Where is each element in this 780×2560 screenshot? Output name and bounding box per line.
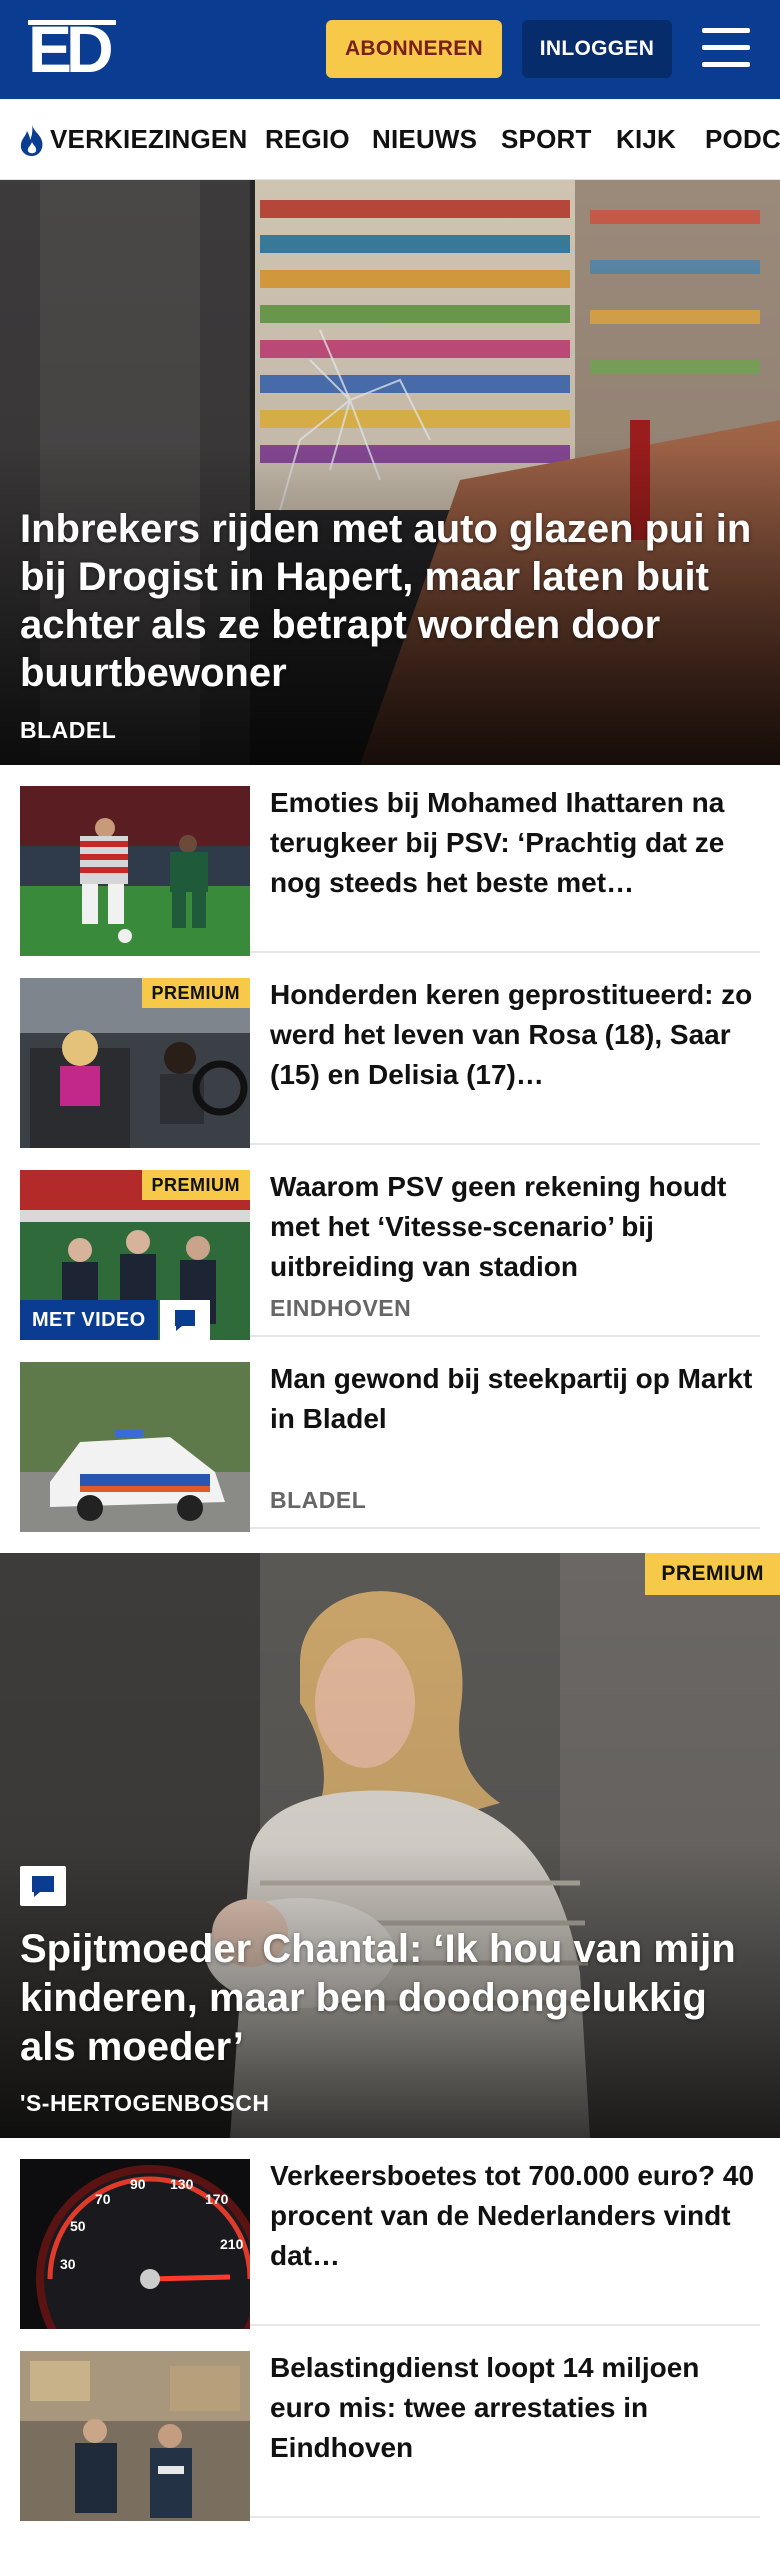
- nav-item-podcast[interactable]: PODC: [705, 119, 780, 159]
- premium-badge: PREMIUM: [645, 1553, 780, 1595]
- menu-icon-line: [702, 62, 750, 67]
- article-location: EINDHOVEN: [270, 1295, 412, 1321]
- speedometer-photo: 30 50 70 90 130 170 210: [20, 2159, 250, 2329]
- article-item[interactable]: Emoties bij Mohamed Ihattaren na terugke…: [20, 765, 760, 956]
- comment-icon: [160, 1300, 210, 1340]
- article-title[interactable]: Man gewond bij steekpartij op Markt in B…: [270, 1359, 758, 1439]
- nav-item-regio[interactable]: REGIO: [265, 119, 350, 159]
- feature-location: 'S-HERTOGENBOSCH: [20, 2090, 270, 2116]
- svg-text:170: 170: [205, 2191, 229, 2207]
- section-nav: VERKIEZINGEN REGIO NIEUWS SPORT KIJK POD…: [0, 99, 780, 180]
- article-thumbnail[interactable]: PREMIUM MET VIDEO: [20, 1170, 250, 1340]
- article-thumbnail[interactable]: [20, 786, 250, 956]
- hero-location: BLADEL: [20, 717, 117, 743]
- svg-text:30: 30: [60, 2256, 76, 2272]
- feature-article[interactable]: PREMIUM Spijtmoeder Chantal: ‘Ik hou van…: [0, 1553, 780, 2138]
- article-thumbnail[interactable]: 30 50 70 90 130 170 210: [20, 2159, 250, 2329]
- nav-item-verkiezingen[interactable]: VERKIEZINGEN: [50, 119, 247, 159]
- flame-icon: [20, 124, 43, 156]
- menu-icon-line: [702, 28, 750, 33]
- hero-headline[interactable]: Inbrekers rijden met auto glazen pui in …: [20, 505, 765, 697]
- nav-item-nieuws[interactable]: NIEUWS: [372, 119, 477, 159]
- article-item[interactable]: PREMIUM Honderden keren geprostitueerd: …: [20, 957, 760, 1148]
- premium-badge: PREMIUM: [141, 1170, 250, 1200]
- svg-text:50: 50: [70, 2218, 86, 2234]
- svg-text:90: 90: [130, 2176, 146, 2192]
- article-title[interactable]: Waarom PSV geen rekening houdt met het ‘…: [270, 1167, 758, 1287]
- police-car-photo: [20, 1362, 250, 1532]
- subscribe-button[interactable]: ABONNEREN: [326, 20, 502, 78]
- comment-icon: [20, 1866, 66, 1906]
- top-bar: ED ABONNEREN INLOGGEN: [0, 0, 780, 99]
- article-title[interactable]: Belastingdienst loopt 14 miljoen euro mi…: [270, 2348, 758, 2468]
- article-title[interactable]: Honderden keren geprostitueerd: zo werd …: [270, 975, 758, 1095]
- svg-text:130: 130: [170, 2176, 194, 2192]
- logo[interactable]: ED: [28, 16, 116, 82]
- feature-headline[interactable]: Spijtmoeder Chantal: ‘Ik hou van mijn ki…: [20, 1925, 765, 2072]
- premium-badge: PREMIUM: [141, 978, 250, 1008]
- nav-item-sport[interactable]: SPORT: [501, 119, 592, 159]
- football-photo: [20, 786, 250, 956]
- article-title[interactable]: Verkeersboetes tot 700.000 euro? 40 proc…: [270, 2156, 758, 2276]
- menu-icon-line: [702, 45, 750, 50]
- article-title[interactable]: Emoties bij Mohamed Ihattaren na terugke…: [270, 783, 758, 903]
- article-item[interactable]: 30 50 70 90 130 170 210 Verkeersboetes t…: [20, 2138, 760, 2329]
- login-button[interactable]: INLOGGEN: [522, 20, 672, 78]
- article-item[interactable]: Man gewond bij steekpartij op Markt in B…: [20, 1341, 760, 1532]
- menu-icon[interactable]: [700, 24, 752, 72]
- police-raid-photo: [20, 2351, 250, 2521]
- svg-text:70: 70: [95, 2191, 111, 2207]
- article-thumbnail[interactable]: PREMIUM: [20, 978, 250, 1148]
- nav-item-kijk[interactable]: KIJK: [616, 119, 676, 159]
- article-location: BLADEL: [270, 1487, 367, 1513]
- video-badge: MET VIDEO: [20, 1300, 158, 1340]
- hero-article[interactable]: Inbrekers rijden met auto glazen pui in …: [0, 180, 780, 765]
- logo-bar: [28, 20, 116, 25]
- article-item[interactable]: Belastingdienst loopt 14 miljoen euro mi…: [20, 2330, 760, 2521]
- article-thumbnail[interactable]: [20, 2351, 250, 2521]
- svg-text:210: 210: [220, 2236, 244, 2252]
- article-item[interactable]: PREMIUM MET VIDEO Waarom PSV geen rekeni…: [20, 1149, 760, 1340]
- article-thumbnail[interactable]: [20, 1362, 250, 1532]
